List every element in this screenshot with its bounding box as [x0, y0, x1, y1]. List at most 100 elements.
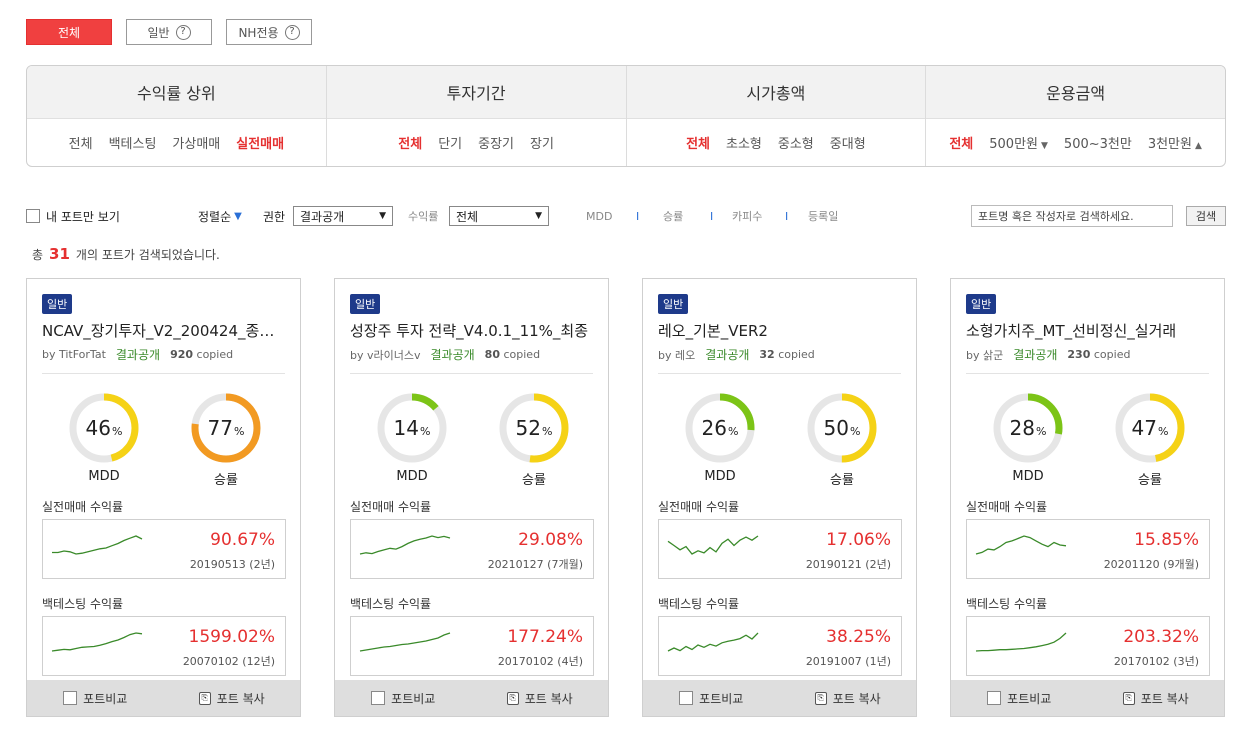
filter-option[interactable]: 3천만원 ▲ — [1148, 133, 1202, 152]
compare-checkbox[interactable] — [987, 691, 1002, 705]
portfolio-card[interactable]: 일반 성장주 투자 전략_V4.0.1_11%_최종 by v라이너스v 결과공개 80… — [334, 278, 609, 717]
sort-option-date[interactable]: 등록일 — [808, 205, 838, 227]
gauge-unit: % — [542, 424, 553, 438]
mdd-gauge: 46% — [67, 391, 141, 465]
filter-option[interactable]: 중대형 — [830, 133, 866, 152]
sparkline-path — [667, 535, 759, 555]
filter-option[interactable]: 가상매매 — [172, 133, 220, 152]
sparkline — [975, 535, 1067, 555]
live-return-label: 실전매매 수익률 — [350, 500, 432, 514]
filter-option-label: 전체 — [686, 137, 710, 152]
filter-option[interactable]: 전체 — [949, 133, 973, 152]
portfolio-card[interactable]: 일반 소형가치주_MT_선비정신_실거래 by 삵군 결과공개 230 copied 28… — [950, 278, 1225, 717]
filter-option[interactable]: 전체 — [398, 133, 422, 152]
filter-option[interactable]: 500~3천만 — [1064, 133, 1132, 152]
gauge-number: 14 — [393, 416, 419, 440]
filter-option-label: 전체 — [398, 137, 423, 152]
portfolio-card[interactable]: 일반 레오_기본_VER2 by 레오 결과공개 32 copied 26% MDD 50% 승… — [642, 278, 917, 717]
live-return-start-date: 20201120 (9개월) — [1103, 558, 1199, 571]
search-input[interactable]: 포트명 혹은 작성자로 검색하세요. — [971, 205, 1173, 227]
filter-option[interactable]: 단기 — [438, 133, 462, 152]
copy-icon: ⎘ — [506, 691, 519, 705]
portfolio-card[interactable]: 일반 NCAV_장기투자_V2_200424_종목… by TitForTat 결과공… — [26, 278, 301, 717]
filter-option-label: 장기 — [530, 137, 554, 152]
backtest-return-start-date: 20070102 (12년) — [182, 655, 275, 668]
filter-option[interactable]: 중소형 — [778, 133, 814, 152]
checkbox[interactable] — [26, 209, 40, 223]
permission-value: 결과공개 — [300, 209, 345, 224]
compare-checkbox[interactable] — [679, 691, 694, 705]
backtest-return-start-date: 20191007 (1년) — [805, 655, 891, 668]
filter-group-title: 시가총액 — [626, 66, 926, 119]
return-select[interactable]: 전체 ▼ — [449, 206, 549, 226]
sort-order[interactable]: 정렬순 ▼ — [198, 205, 242, 227]
copy-portfolio-button[interactable]: ⎘ 포트 복사 — [1088, 690, 1225, 707]
compare-checkbox[interactable] — [63, 691, 78, 705]
compare-label: 포트비교 — [391, 691, 436, 706]
divider — [42, 373, 285, 374]
filter-option[interactable]: 장기 — [530, 133, 554, 152]
copy-portfolio-button[interactable]: ⎘ 포트 복사 — [472, 690, 609, 707]
backtest-return-label: 백테스팅 수익률 — [658, 597, 740, 611]
card-footer: 포트비교 ⎘ 포트 복사 — [335, 680, 608, 716]
tab-nh-only[interactable]: NH전용? — [226, 19, 312, 45]
filter-option[interactable]: 중장기 — [478, 133, 514, 152]
filter-option[interactable]: 초소형 — [726, 133, 762, 152]
filter-panel: 수익률 상위 전체 백테스팅 가상매매 실전매매 투자기간 전체 단기 중장기 장기 시가총액 전체 초… — [26, 65, 1226, 167]
compare-toggle[interactable]: 포트비교 — [951, 690, 1088, 707]
copy-count-label: copied — [503, 348, 541, 361]
copy-label: 포트 복사 — [1140, 691, 1189, 706]
mdd-gauge: 28% — [991, 391, 1065, 465]
backtest-return-box: 1599.02% 20070102 (12년) — [42, 616, 286, 676]
sort-option-copies[interactable]: 카피수 — [732, 205, 762, 227]
filter-options: 전체 초소형 중소형 중대형 — [627, 119, 926, 166]
portfolio-title[interactable]: NCAV_장기투자_V2_200424_종목… — [42, 320, 287, 341]
sort-option-mdd[interactable]: MDD — [586, 205, 612, 227]
category-badge: 일반 — [42, 294, 73, 314]
separator: I — [636, 209, 640, 223]
result-suffix: 개의 포트가 검색되었습니다. — [75, 248, 220, 262]
return-label: 수익률 — [408, 210, 439, 223]
help-icon[interactable]: ? — [284, 24, 300, 40]
filter-option[interactable]: 500만원 ▼ — [989, 133, 1048, 152]
compare-toggle[interactable]: 포트비교 — [27, 690, 164, 707]
permission-select[interactable]: 결과공개 ▼ — [293, 206, 393, 226]
separator: I — [710, 209, 714, 223]
tab-all[interactable]: 전체 — [26, 19, 112, 45]
gauge-number: 52 — [515, 416, 541, 440]
filter-option[interactable]: 전체 — [686, 133, 710, 152]
card-footer: 포트비교 ⎘ 포트 복사 — [27, 680, 300, 716]
copy-portfolio-button[interactable]: ⎘ 포트 복사 — [780, 690, 917, 707]
filter-option[interactable]: 백테스팅 — [109, 133, 157, 152]
compare-toggle[interactable]: 포트비교 — [643, 690, 780, 707]
mdd-gauge-label: MDD — [1012, 469, 1044, 484]
gauge-number: 26 — [701, 416, 727, 440]
gauge-unit: % — [850, 424, 861, 438]
filter-group: 운용금액 전체 500만원 ▼ 500~3천만 3천만원 ▲ — [926, 66, 1225, 166]
filter-group: 투자기간 전체 단기 중장기 장기 — [326, 66, 627, 166]
portfolio-title[interactable]: 성장주 투자 전략_V4.0.1_11%_최종 — [350, 320, 595, 341]
sparkline — [359, 632, 451, 652]
filter-option[interactable]: 전체 — [69, 133, 93, 152]
help-icon[interactable]: ? — [175, 24, 191, 40]
tab-general[interactable]: 일반? — [126, 19, 212, 45]
search-button[interactable]: 검색 — [1186, 206, 1226, 226]
sort-option-winrate[interactable]: 승률 — [663, 205, 683, 227]
compare-checkbox[interactable] — [371, 691, 386, 705]
winrate-gauge: 52% — [497, 391, 571, 465]
my-portfolio-toggle[interactable]: 내 포트만 보기 — [26, 205, 120, 227]
live-return-value: 17.06% — [826, 530, 891, 550]
filter-option[interactable]: 실전매매 — [236, 133, 284, 152]
portfolio-title[interactable]: 소형가치주_MT_선비정신_실거래 — [966, 320, 1211, 341]
compare-toggle[interactable]: 포트비교 — [335, 690, 472, 707]
backtest-return-value: 203.32% — [1123, 627, 1199, 647]
search-input-wrap: 포트명 혹은 작성자로 검색하세요. — [971, 205, 1173, 227]
copy-portfolio-button[interactable]: ⎘ 포트 복사 — [164, 690, 301, 707]
tab-label: 일반 — [147, 25, 170, 40]
gauge-number: 77 — [207, 416, 233, 440]
permission-label: 권한 — [263, 209, 286, 224]
filter-group: 수익률 상위 전체 백테스팅 가상매매 실전매매 — [27, 66, 327, 166]
filter-option-label: 500~3천만 — [1063, 137, 1132, 152]
portfolio-meta: by 레오 결과공개 32 copied — [658, 346, 815, 363]
portfolio-title[interactable]: 레오_기본_VER2 — [658, 320, 903, 341]
